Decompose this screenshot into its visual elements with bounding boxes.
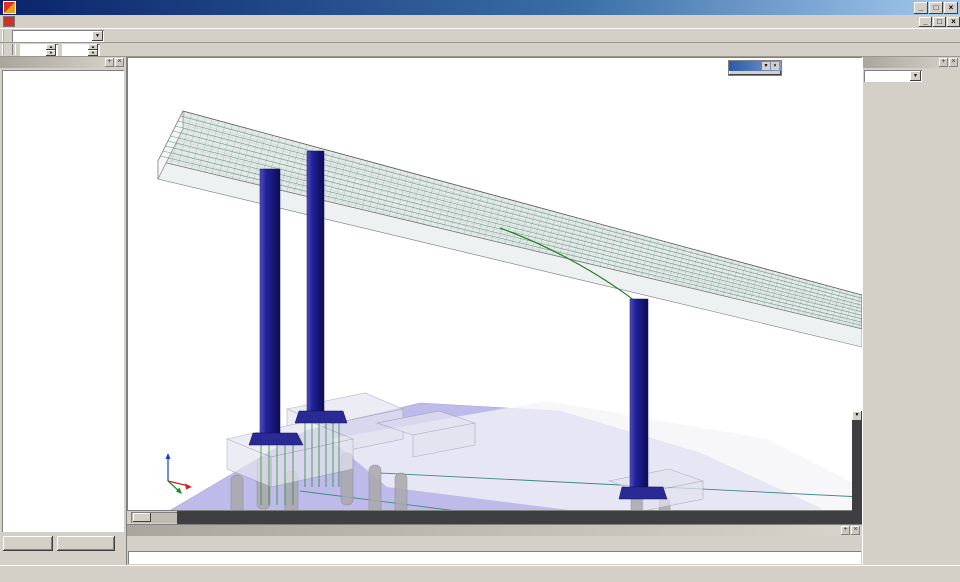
vertical-scrollbar[interactable]: ▼ — [852, 411, 862, 511]
beton-panel: + × — [0, 57, 127, 565]
mdi-child-icon[interactable] — [3, 16, 15, 27]
mdi-minimize-button[interactable]: _ — [919, 17, 932, 27]
menu-bar: _ □ × — [0, 15, 960, 29]
spin-down-icon[interactable]: ▼ — [88, 50, 98, 56]
pier-2-base — [295, 411, 347, 423]
project-combo[interactable]: ▼ — [12, 30, 104, 42]
mdi-restore-button[interactable]: □ — [933, 17, 946, 27]
viewport[interactable]: ▼ × ▼ — [127, 57, 862, 524]
pier-2 — [307, 151, 324, 411]
beton-panel-header: + × — [0, 57, 126, 68]
pin-icon[interactable]: + — [939, 58, 948, 67]
viewport-bottom-bar — [127, 510, 862, 524]
toolbar-grip-2[interactable] — [2, 44, 8, 55]
command-input[interactable] — [128, 551, 861, 564]
minimize-button[interactable]: _ — [914, 2, 928, 14]
status-bar — [0, 565, 960, 582]
close-button[interactable]: × — [944, 2, 958, 14]
secondary-toolbar: ▲▼ ▲▼ — [0, 43, 960, 57]
activity-spinner[interactable]: ▲▼ — [20, 44, 58, 56]
panel-tabs — [0, 552, 126, 565]
close-panel-icon[interactable]: × — [115, 58, 124, 67]
properties-panel: + × ▼ — [862, 57, 960, 565]
spin-down-icon[interactable]: ▼ — [46, 50, 56, 56]
ansicht-palette-header[interactable]: ▼ × — [729, 61, 781, 71]
scale-spinner-value — [62, 44, 88, 56]
command-line-panel: + × — [127, 524, 862, 565]
scale-spinner[interactable]: ▲▼ — [62, 44, 100, 56]
toolbar-grip[interactable] — [2, 30, 8, 41]
close-panel-icon[interactable]: × — [949, 58, 958, 67]
command-line-header: + × — [127, 525, 862, 536]
combo-dropdown-icon[interactable]: ▼ — [92, 31, 103, 41]
properties-combo[interactable]: ▼ — [864, 70, 922, 82]
pier-3 — [630, 299, 648, 487]
palette-close-icon[interactable]: × — [771, 62, 779, 70]
horizontal-scrollbar[interactable] — [131, 512, 177, 523]
pin-icon[interactable]: + — [841, 526, 850, 535]
title-bar: _ □ × — [0, 0, 960, 15]
pin-icon[interactable]: + — [105, 58, 114, 67]
restore-button[interactable]: □ — [929, 2, 943, 14]
beton-tree — [2, 70, 124, 532]
model-3d-scene — [127, 57, 862, 524]
neu-button[interactable] — [3, 536, 53, 551]
ansicht-palette: ▼ × — [728, 60, 782, 76]
main-toolbar: ▼ — [0, 29, 960, 43]
schliessen-button[interactable] — [57, 536, 115, 551]
close-panel-icon[interactable]: × — [851, 526, 860, 535]
pier-1-base — [249, 433, 303, 445]
activity-spinner-value — [20, 44, 46, 56]
combo-dropdown-icon[interactable]: ▼ — [910, 71, 921, 81]
app-icon — [3, 1, 16, 14]
palette-dropdown-icon[interactable]: ▼ — [762, 62, 770, 70]
scroll-down-icon[interactable]: ▼ — [852, 411, 862, 421]
horizontal-scroll-track[interactable] — [177, 511, 862, 524]
command-toolbar — [127, 536, 862, 551]
properties-header: + × — [863, 57, 960, 68]
pier-3-base — [619, 487, 667, 499]
mdi-close-button[interactable]: × — [947, 17, 960, 27]
ucs-axes — [166, 453, 193, 494]
pier-1 — [260, 169, 280, 433]
